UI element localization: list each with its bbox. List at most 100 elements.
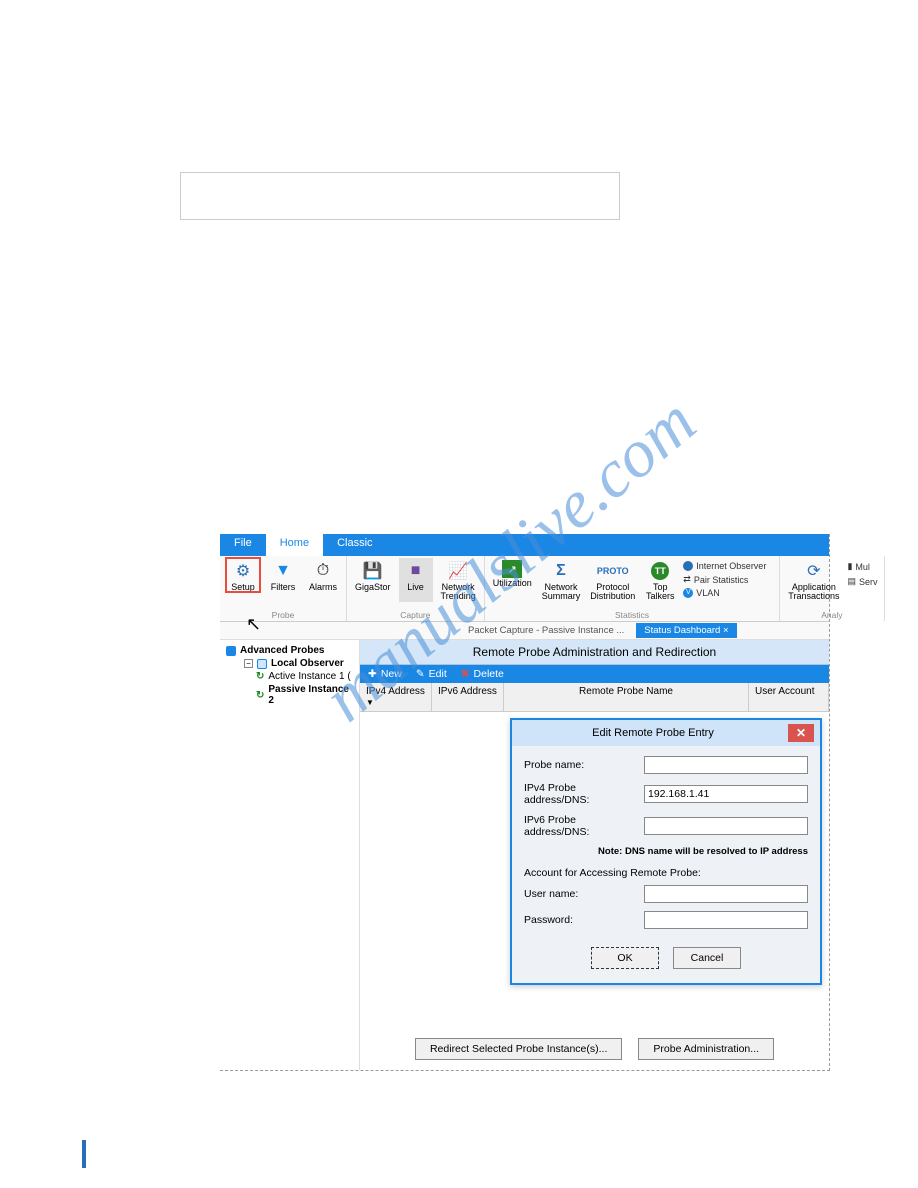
apptrans-label: Application Transactions bbox=[788, 583, 839, 602]
ribbon-tabbar: File Home Classic bbox=[220, 534, 829, 556]
live-button[interactable]: ■ Live bbox=[399, 558, 433, 602]
ribbon-group-probe: ⚙ Setup ▼ Filters ⏱ Alarms Probe bbox=[220, 556, 347, 621]
col-name[interactable]: Remote Probe Name bbox=[504, 683, 749, 711]
setup-label: Setup bbox=[231, 583, 255, 592]
instance-icon: ↻ bbox=[256, 690, 264, 701]
dialog-body: Probe name: IPv4 Probe address/DNS: IPv6… bbox=[512, 746, 820, 983]
ribbon-group-capture: 💾 GigaStor ■ Live 📈 Network Trending Cap… bbox=[347, 556, 485, 621]
account-section-label: Account for Accessing Remote Probe: bbox=[524, 867, 808, 879]
doctab-packet-capture[interactable]: Packet Capture - Passive Instance ... bbox=[460, 623, 632, 638]
panel-toolbar: ✚New ✎ Edit ✖ Delete bbox=[360, 665, 829, 683]
document-tabstrip: Packet Capture - Passive Instance ... St… bbox=[220, 622, 829, 640]
probe-admin-button[interactable]: Probe Administration... bbox=[638, 1038, 774, 1060]
tree-passive-instance[interactable]: ↻ Passive Instance 2 bbox=[226, 683, 355, 707]
pair-label: Pair Statistics bbox=[694, 575, 749, 585]
disk-icon: 💾 bbox=[362, 560, 384, 582]
filters-button[interactable]: ▼ Filters bbox=[266, 558, 300, 592]
trending-button[interactable]: 📈 Network Trending bbox=[439, 558, 478, 602]
password-label: Password: bbox=[524, 914, 644, 926]
ipv4-input[interactable] bbox=[644, 785, 808, 803]
trending-label: Network Trending bbox=[441, 583, 476, 602]
mul-label: Mul bbox=[855, 562, 870, 572]
globe-icon bbox=[683, 561, 693, 571]
summary-button[interactable]: Σ Network Summary bbox=[540, 558, 583, 602]
edit-label: Edit bbox=[429, 668, 447, 680]
dialog-close-button[interactable]: ✕ bbox=[788, 724, 814, 742]
tree-advanced-label: Advanced Probes bbox=[240, 645, 324, 656]
app-window: File Home Classic ⚙ Setup ▼ Filters ⏱ Al… bbox=[220, 534, 830, 1071]
talkers-button[interactable]: TT Top Talkers bbox=[643, 558, 677, 602]
apptrans-button[interactable]: ⟳ Application Transactions bbox=[786, 558, 841, 602]
bars-icon: ▮ bbox=[847, 561, 852, 572]
instance-icon: ↻ bbox=[256, 671, 264, 682]
doctab-status-dashboard[interactable]: Status Dashboard × bbox=[636, 623, 736, 638]
redirect-button[interactable]: Redirect Selected Probe Instance(s)... bbox=[415, 1038, 622, 1060]
col-ipv4[interactable]: IPv4 Address ▼ bbox=[360, 683, 432, 711]
group-label-stats: Statistics bbox=[615, 610, 649, 621]
tree-local-label: Local Observer bbox=[271, 658, 344, 669]
delete-icon: ✖ bbox=[461, 668, 470, 680]
ribbon: ⚙ Setup ▼ Filters ⏱ Alarms Probe 💾 GigaS… bbox=[220, 556, 829, 622]
username-input[interactable] bbox=[644, 885, 808, 903]
gigastor-button[interactable]: 💾 GigaStor bbox=[353, 558, 393, 602]
talkers-icon: TT bbox=[649, 560, 671, 582]
group-label-probe: Probe bbox=[272, 610, 295, 621]
filter-icon: ▼ bbox=[272, 560, 294, 582]
new-button[interactable]: ✚New bbox=[368, 668, 402, 680]
server-icon: ▤ bbox=[847, 576, 856, 587]
edit-probe-dialog: Edit Remote Probe Entry ✕ Probe name: IP… bbox=[510, 718, 822, 985]
filters-label: Filters bbox=[271, 583, 296, 592]
pair-icon: ⇄ bbox=[683, 574, 691, 585]
grid-header: IPv4 Address ▼ IPv6 Address Remote Probe… bbox=[360, 683, 829, 712]
tab-classic[interactable]: Classic bbox=[323, 534, 386, 556]
delete-button[interactable]: ✖ Delete bbox=[461, 668, 504, 680]
serv-link[interactable]: ▤Serv bbox=[847, 575, 877, 588]
tree-passive-label: Passive Instance 2 bbox=[268, 684, 355, 706]
nav-tree: Advanced Probes − Local Observer ↻Active … bbox=[220, 640, 360, 1070]
tree-advanced-probes[interactable]: Advanced Probes bbox=[226, 644, 355, 657]
dialog-titlebar: Edit Remote Probe Entry ✕ bbox=[512, 720, 820, 746]
ok-button[interactable]: OK bbox=[591, 947, 659, 969]
col-ipv6[interactable]: IPv6 Address bbox=[432, 683, 504, 711]
mul-link[interactable]: ▮Mul bbox=[847, 560, 877, 573]
setup-button[interactable]: ⚙ Setup bbox=[226, 558, 260, 592]
tree-active-instance[interactable]: ↻Active Instance 1 ( bbox=[226, 670, 355, 683]
sigma-icon: Σ bbox=[550, 560, 572, 582]
serv-label: Serv bbox=[859, 577, 878, 587]
ipv6-input[interactable] bbox=[644, 817, 808, 835]
col-user[interactable]: User Account bbox=[749, 683, 829, 711]
edit-button[interactable]: ✎ Edit bbox=[416, 668, 447, 680]
utilization-button[interactable]: ↗ Utilization bbox=[491, 558, 534, 602]
vlan-icon: V bbox=[683, 588, 693, 598]
ipv6-label: IPv6 Probe address/DNS: bbox=[524, 814, 644, 838]
pair-stats-link[interactable]: ⇄Pair Statistics bbox=[683, 573, 773, 586]
password-input[interactable] bbox=[644, 911, 808, 929]
alarms-button[interactable]: ⏱ Alarms bbox=[306, 558, 340, 592]
protocol-button[interactable]: PROTO Protocol Distribution bbox=[588, 558, 637, 602]
cancel-button[interactable]: Cancel bbox=[673, 947, 741, 969]
collapse-icon[interactable]: − bbox=[244, 659, 253, 668]
vlan-link[interactable]: VVLAN bbox=[683, 587, 773, 599]
utilization-label: Utilization bbox=[493, 579, 532, 588]
edit-icon: ✎ bbox=[416, 668, 425, 680]
grid-body: Edit Remote Probe Entry ✕ Probe name: IP… bbox=[360, 712, 829, 1030]
folder-icon bbox=[226, 646, 236, 656]
ribbon-group-analysis: ⟳ Application Transactions ▮Mul ▤Serv An… bbox=[780, 556, 884, 621]
group-label-capture: Capture bbox=[400, 610, 430, 621]
delete-label: Delete bbox=[474, 668, 504, 680]
doctab-close-icon[interactable]: × bbox=[723, 625, 729, 636]
summary-label: Network Summary bbox=[542, 583, 581, 602]
internet-label: Internet Observer bbox=[696, 561, 766, 571]
tree-local-observer[interactable]: − Local Observer bbox=[226, 657, 355, 670]
tab-home[interactable]: Home bbox=[266, 534, 323, 556]
gigastor-label: GigaStor bbox=[355, 583, 391, 592]
alarm-icon: ⏱ bbox=[312, 560, 334, 582]
setup-icon: ⚙ bbox=[232, 560, 254, 582]
tab-file[interactable]: File bbox=[220, 534, 266, 556]
vlan-label: VLAN bbox=[696, 588, 720, 598]
internet-observer-link[interactable]: Internet Observer bbox=[683, 560, 773, 572]
doc-placeholder-box bbox=[180, 172, 620, 220]
main-panel: Remote Probe Administration and Redirect… bbox=[360, 640, 829, 1070]
panel-title: Remote Probe Administration and Redirect… bbox=[360, 640, 829, 665]
probe-name-input[interactable] bbox=[644, 756, 808, 774]
